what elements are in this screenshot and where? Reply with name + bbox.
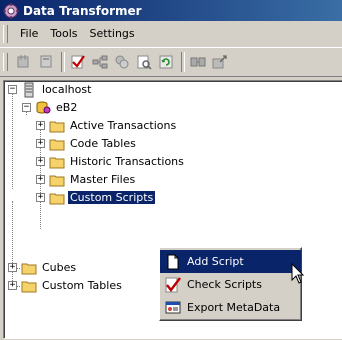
tree-node-label: Cubes: [42, 261, 77, 274]
tree-node-label: Historic Transactions: [70, 155, 184, 168]
menu-item-label: Add Script: [187, 255, 244, 268]
tree-node-folder[interactable]: + Active Transactions: [36, 117, 178, 134]
open-icon[interactable]: [36, 52, 56, 72]
checkmark-icon: [165, 276, 181, 292]
expand-toggle[interactable]: +: [36, 121, 45, 130]
folder-icon: [49, 193, 65, 204]
tree-node-label: Custom Scripts: [66, 190, 157, 205]
tree-node-folder[interactable]: + Custom Tables: [8, 277, 124, 294]
tree-node-server[interactable]: − localhost: [8, 81, 93, 98]
tree-node-label: localhost: [42, 83, 92, 96]
tree-node-label: Code Tables: [70, 137, 136, 150]
expand-toggle[interactable]: +: [36, 193, 45, 202]
toolbar-separator: [61, 52, 65, 72]
preview-icon[interactable]: [134, 52, 154, 72]
database-icon: [36, 101, 51, 113]
menu-item-label: Export MetaData: [187, 301, 281, 314]
folder-icon: [21, 281, 37, 292]
tree-node-label: eB2: [56, 101, 78, 114]
context-menu: Add Script Check Scripts Export MetaData: [159, 247, 302, 321]
folder-icon: [49, 139, 65, 150]
export-icon: [165, 301, 181, 313]
tree-node-folder[interactable]: + Master Files: [36, 171, 137, 188]
toolbar-separator: [181, 52, 185, 72]
build-icon[interactable]: [188, 52, 208, 72]
folder-icon: [49, 175, 65, 186]
network-icon[interactable]: [90, 52, 110, 72]
toolbar-grip[interactable]: [3, 53, 8, 71]
check-icon[interactable]: [68, 52, 88, 72]
expand-toggle[interactable]: +: [36, 139, 45, 148]
tree-node-label: Active Transactions: [70, 119, 177, 132]
menu-bar: File Tools Settings: [0, 22, 342, 46]
toolbar: [0, 47, 342, 77]
folder-icon: [21, 263, 37, 274]
tree-node-folder-selected[interactable]: + Custom Scripts: [36, 189, 157, 206]
expand-toggle[interactable]: +: [8, 263, 17, 272]
tree-node-label: Custom Tables: [42, 279, 122, 292]
title-bar[interactable]: Data Transformer: [0, 0, 342, 21]
tree-node-folder[interactable]: + Historic Transactions: [36, 153, 186, 170]
folder-icon: [49, 121, 65, 132]
menu-file[interactable]: File: [14, 25, 44, 43]
menubar-grip[interactable]: [3, 25, 8, 43]
export-icon[interactable]: [210, 52, 230, 72]
menu-item-label: Check Scripts: [187, 278, 262, 291]
app-gear-icon: [3, 2, 19, 19]
tree-node-label: Master Files: [70, 173, 136, 186]
expand-toggle[interactable]: +: [36, 157, 45, 166]
refresh-icon[interactable]: [156, 52, 176, 72]
expand-toggle[interactable]: +: [8, 281, 17, 290]
menu-settings[interactable]: Settings: [84, 25, 141, 43]
collapse-toggle[interactable]: −: [22, 103, 31, 112]
server-icon: [24, 82, 34, 97]
tree-node-database[interactable]: − eB2: [22, 99, 79, 116]
new-icon[interactable]: [14, 52, 34, 72]
tree-node-folder[interactable]: + Cubes: [8, 259, 78, 276]
mouse-cursor-icon: [291, 263, 305, 284]
collapse-toggle[interactable]: −: [8, 85, 17, 94]
folder-icon: [49, 157, 65, 168]
expand-toggle[interactable]: +: [36, 175, 45, 184]
window-title: Data Transformer: [23, 3, 142, 18]
menu-item-check-scripts[interactable]: Check Scripts: [160, 273, 301, 296]
tree-node-folder[interactable]: + Code Tables: [36, 135, 138, 152]
page-icon: [167, 254, 179, 269]
menu-item-add-script[interactable]: Add Script: [160, 250, 301, 273]
menu-tools[interactable]: Tools: [44, 25, 83, 43]
tree-connector: [12, 94, 13, 189]
menu-item-export-metadata[interactable]: Export MetaData: [160, 296, 301, 319]
people-icon[interactable]: [112, 52, 132, 72]
